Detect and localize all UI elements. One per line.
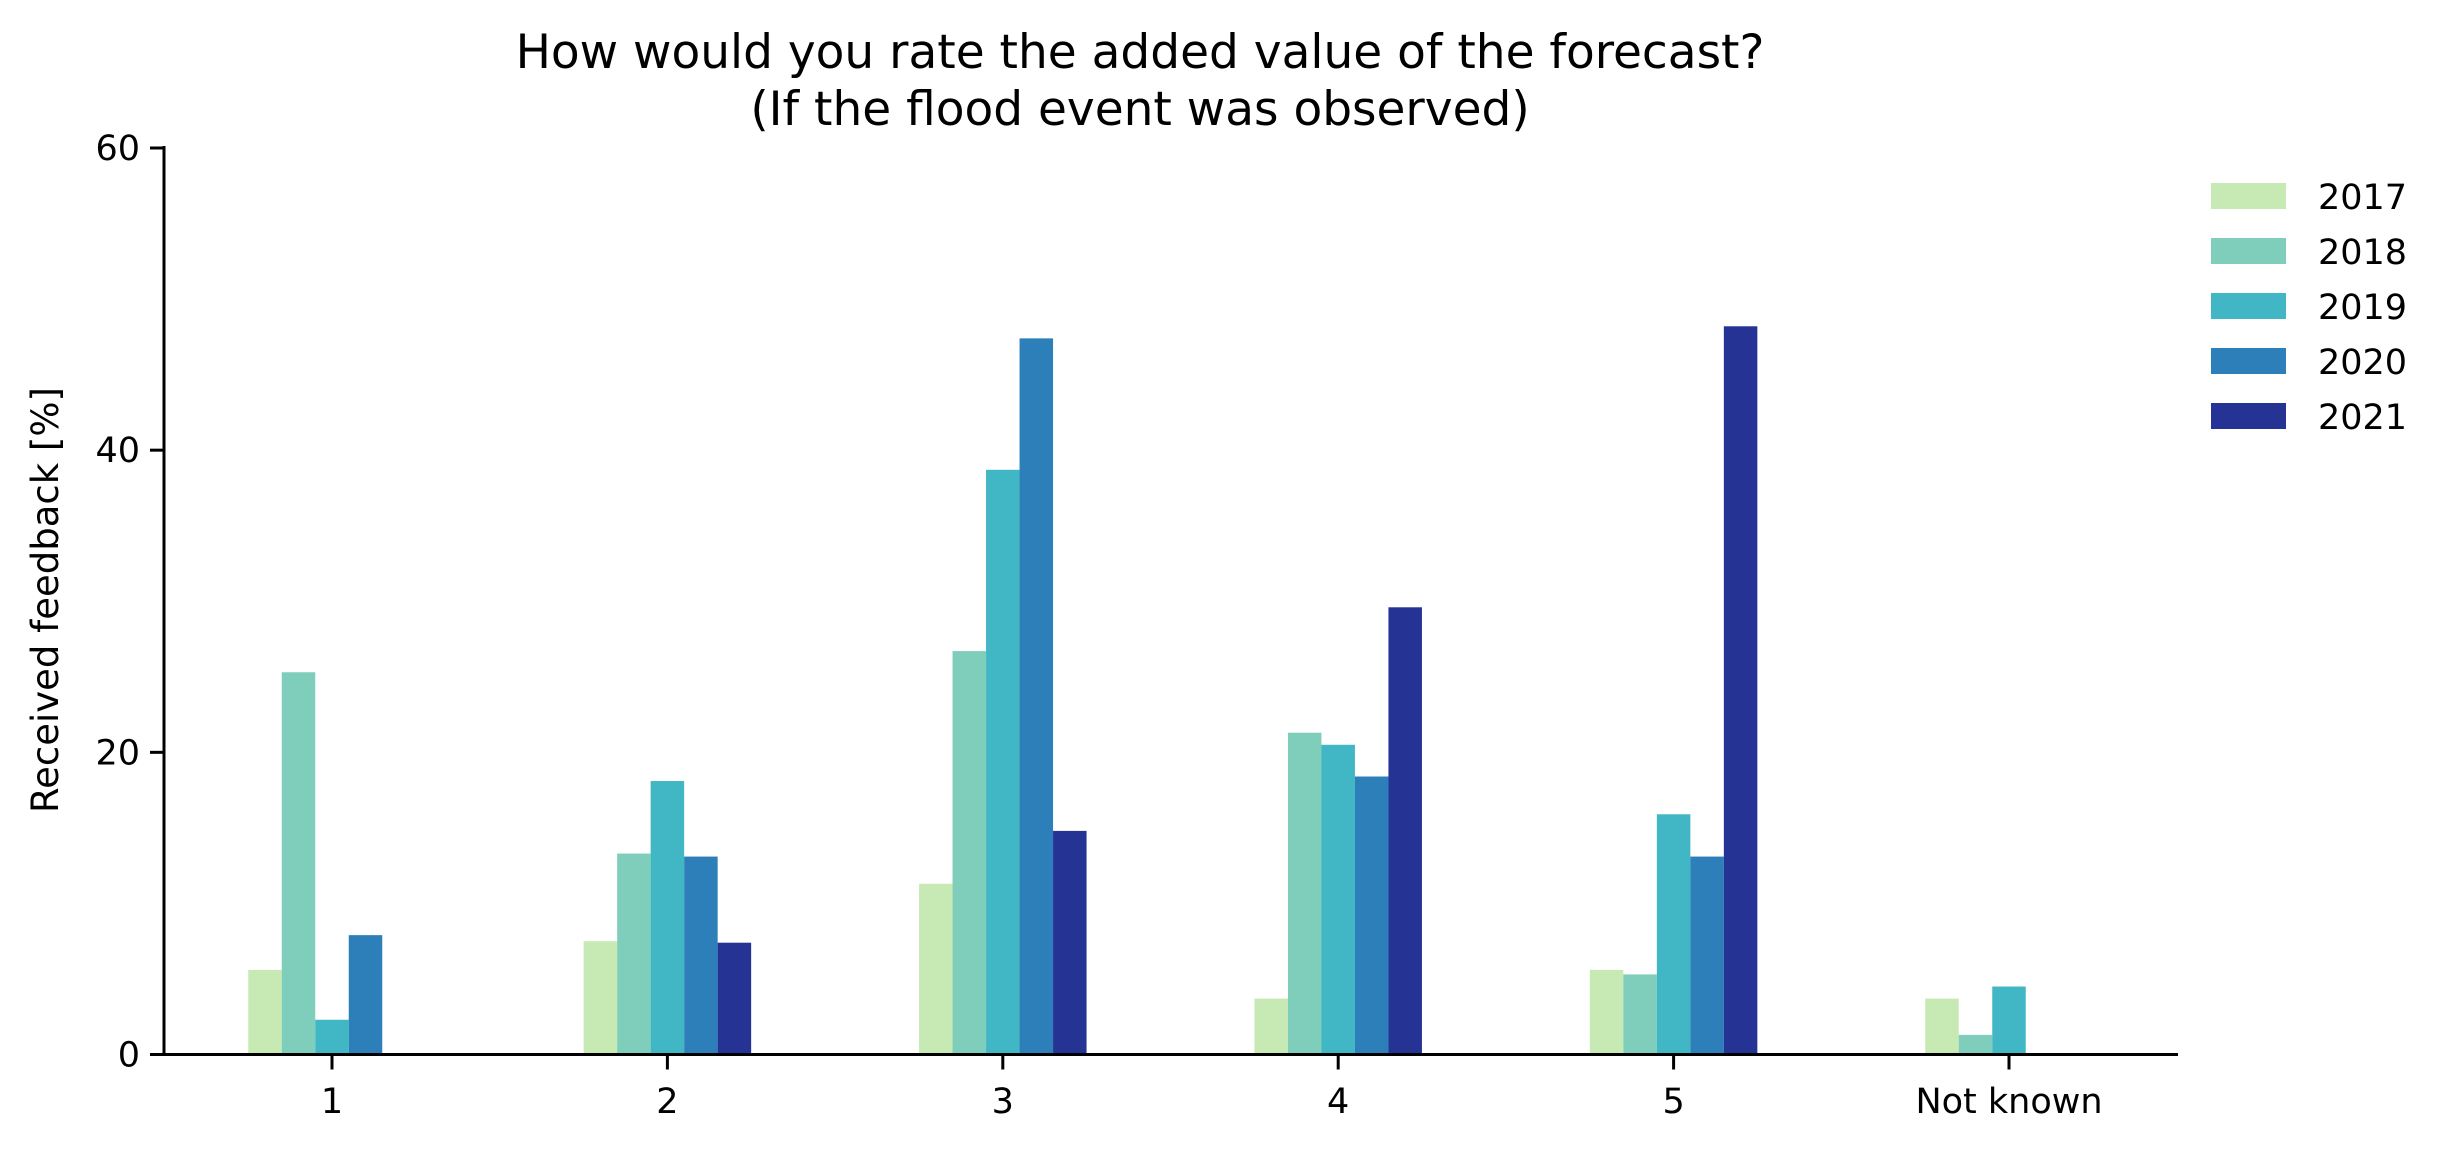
y-tick-label-20: 20 bbox=[95, 733, 140, 773]
x-tick-label-2: 2 bbox=[656, 1082, 678, 1122]
bar-2020-4 bbox=[1354, 776, 1389, 1055]
bar-2019-4 bbox=[1321, 744, 1355, 1055]
y-tick-label-40: 40 bbox=[95, 431, 140, 471]
bar-chart: How would you rate the added value of th… bbox=[0, 0, 2456, 1150]
bar-2018-2 bbox=[617, 853, 651, 1055]
bar-2019-5 bbox=[1656, 814, 1691, 1055]
legend-label-2019: 2019 bbox=[2318, 288, 2407, 328]
x-tick-label-1: 1 bbox=[321, 1082, 343, 1122]
x-tick-label-not-known: Not known bbox=[1915, 1082, 2102, 1122]
x-tick-label-5: 5 bbox=[1662, 1082, 1684, 1122]
legend-swatch-2018 bbox=[2211, 238, 2286, 264]
bar-2018-not-known bbox=[1958, 1034, 1993, 1055]
legend-swatch-2019 bbox=[2211, 293, 2286, 319]
bar-2017-5 bbox=[1589, 969, 1624, 1055]
y-tick-label-60: 60 bbox=[95, 129, 140, 169]
legend-label-2017: 2017 bbox=[2318, 178, 2407, 218]
bar-2018-1 bbox=[281, 672, 316, 1055]
y-axis-label: Received feedback [%] bbox=[24, 387, 67, 813]
bar-2017-3 bbox=[919, 883, 953, 1055]
bar-2017-not-known bbox=[1925, 998, 1959, 1055]
chart-title-line-2: (If the flood event was observed) bbox=[750, 82, 1529, 137]
legend-swatch-2021 bbox=[2211, 403, 2286, 429]
bar-2018-3 bbox=[952, 651, 987, 1055]
legend-swatch-2020 bbox=[2211, 348, 2286, 374]
bar-2018-4 bbox=[1287, 732, 1322, 1055]
bar-2020-3 bbox=[1019, 338, 1054, 1055]
bar-2017-4 bbox=[1254, 998, 1288, 1055]
bar-2020-1 bbox=[348, 935, 383, 1055]
bar-2020-2 bbox=[684, 856, 718, 1055]
bar-2017-1 bbox=[248, 969, 282, 1055]
x-tick-label-4: 4 bbox=[1327, 1082, 1349, 1122]
bar-2017-2 bbox=[583, 941, 618, 1055]
bar-2021-3 bbox=[1053, 830, 1087, 1055]
bar-2021-2 bbox=[717, 942, 752, 1055]
bar-2019-3 bbox=[986, 469, 1020, 1055]
legend-swatch-2017 bbox=[2211, 183, 2286, 209]
y-tick-label-0: 0 bbox=[118, 1036, 140, 1076]
chart-title-line-1: How would you rate the added value of th… bbox=[516, 25, 1765, 80]
bar-2019-not-known bbox=[1992, 986, 2026, 1055]
bar-2018-5 bbox=[1623, 974, 1657, 1055]
legend-label-2021: 2021 bbox=[2318, 398, 2407, 438]
legend-label-2020: 2020 bbox=[2318, 343, 2407, 383]
legend-label-2018: 2018 bbox=[2318, 233, 2407, 273]
bar-2021-5 bbox=[1723, 326, 1758, 1055]
bar-2020-5 bbox=[1690, 856, 1724, 1055]
bar-2021-4 bbox=[1388, 607, 1422, 1055]
x-tick-label-3: 3 bbox=[992, 1082, 1014, 1122]
bar-2019-1 bbox=[315, 1019, 349, 1055]
bar-2019-2 bbox=[650, 781, 685, 1055]
